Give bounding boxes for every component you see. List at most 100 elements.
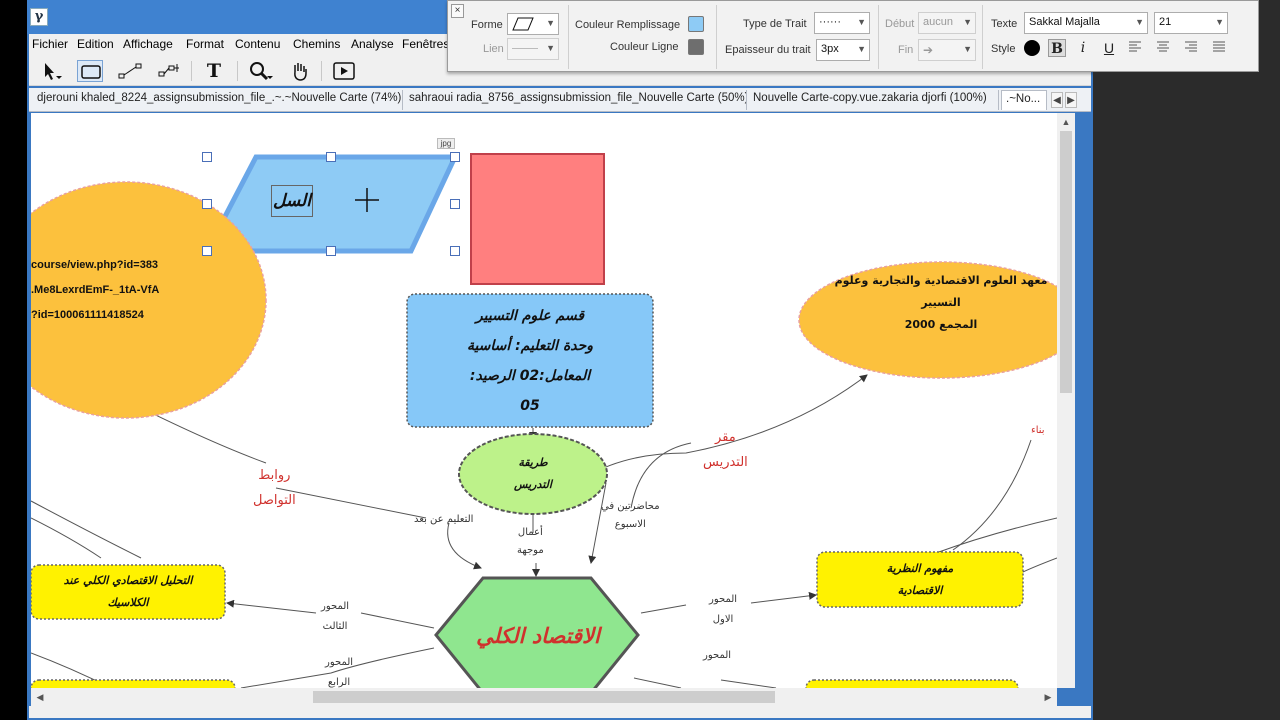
connector-axis2b[interactable] <box>720 679 777 688</box>
resize-handle-s[interactable] <box>326 246 336 256</box>
bottom-right-box[interactable] <box>805 679 1019 688</box>
tab-sahraoui[interactable]: sahraoui radia_8756_assignsubmission_fil… <box>405 90 747 110</box>
arrow-right-icon: ➔ <box>923 43 934 57</box>
connector-build-3[interactable] <box>1020 557 1057 574</box>
end-dropdown[interactable]: ➔ ▼ <box>918 39 976 61</box>
present-icon[interactable] <box>331 60 357 82</box>
screen: γ Fichier Edition Affichage Format Conte… <box>0 0 1280 720</box>
stroke-width-dropdown[interactable]: 3px ▼ <box>816 39 870 61</box>
app-window: γ Fichier Edition Affichage Format Conte… <box>27 0 1093 720</box>
theory-concept-text: مفهوم النظرية الاقتصادية <box>886 561 954 597</box>
scroll-up-icon[interactable]: ▲ <box>1059 115 1073 129</box>
tab-current[interactable]: .~No... <box>1001 90 1047 110</box>
resize-handle-se[interactable] <box>450 246 460 256</box>
connector-build-1[interactable] <box>952 439 1032 551</box>
forme-label: Forme <box>471 19 503 31</box>
line-color-label: Couleur Ligne <box>610 41 679 53</box>
tab-zakaria[interactable]: Nouvelle Carte-copy.vue.zakaria djorfi (… <box>749 90 999 110</box>
connector-left-1[interactable] <box>31 500 142 559</box>
chevron-down-icon: ▼ <box>963 17 972 27</box>
align-justify-icon[interactable] <box>1212 41 1226 54</box>
connector-axis1[interactable] <box>750 591 817 604</box>
bottom-left-box[interactable] <box>31 679 236 688</box>
connector-distance[interactable] <box>275 487 427 519</box>
connector-distance-hex[interactable] <box>447 522 482 570</box>
font-family-dropdown[interactable]: Sakkal Majalla ▼ <box>1024 12 1148 34</box>
chevron-down-icon: ▼ <box>546 18 555 28</box>
resize-handle-sw[interactable] <box>202 246 212 256</box>
jpg-badge: jpg <box>437 138 455 149</box>
branch-tool-icon[interactable] <box>157 60 183 82</box>
menu-fenetres[interactable]: Fenêtres <box>402 37 449 51</box>
left-ellipse-text: course/view.php?id=383 .Me8LexrdEmF-_1tA… <box>31 259 160 321</box>
text-tool-icon[interactable]: T <box>201 60 227 82</box>
resize-handle-ne[interactable] <box>450 152 460 162</box>
status-bar <box>29 706 1091 718</box>
connector-build-2[interactable] <box>935 517 1057 554</box>
line-color-swatch[interactable] <box>688 39 704 55</box>
app-logo-icon[interactable]: γ <box>30 8 48 26</box>
italic-button[interactable]: i <box>1074 39 1092 57</box>
menu-edition[interactable]: Edition <box>77 37 114 51</box>
build-label: بناء <box>1031 425 1045 436</box>
scroll-right-icon[interactable]: ▶ <box>1041 690 1055 704</box>
start-dropdown[interactable]: aucun ▼ <box>918 12 976 34</box>
horizontal-scrollbar[interactable]: ◀ ▶ <box>31 688 1057 706</box>
connector-left-2[interactable] <box>31 517 102 559</box>
vertical-scrollbar[interactable]: ▲ <box>1057 113 1075 688</box>
stroke-type-dropdown[interactable]: ······ ▼ <box>814 12 870 34</box>
start-label: Début <box>885 18 915 30</box>
align-right-icon[interactable] <box>1184 41 1198 54</box>
align-center-icon[interactable] <box>1156 41 1170 54</box>
lien-dropdown[interactable]: ▼ <box>507 38 559 60</box>
align-left-icon[interactable] <box>1128 41 1142 54</box>
chevron-down-icon: ▼ <box>963 44 972 54</box>
macro-hexagon-text: الاقتصاد الكلي <box>476 624 600 648</box>
map-canvas[interactable]: jpg السل course/view.php?id=383 .Me8Lexr… <box>31 113 1057 688</box>
selected-shape-text[interactable]: السل <box>271 185 313 217</box>
lectures-label: محاضرتين في الاسبوع <box>601 501 660 530</box>
menu-contenu[interactable]: Contenu <box>235 37 280 51</box>
tab-djerouni[interactable]: djerouni khaled_8224_assignsubmission_fi… <box>33 90 403 110</box>
menu-fichier[interactable]: Fichier <box>32 37 68 51</box>
lien-label: Lien <box>483 43 504 55</box>
bold-button[interactable]: B <box>1048 39 1066 57</box>
connector-axis2[interactable] <box>633 677 682 688</box>
department-box-text: قسم علوم التسيير وحدة التعليم: أساسية ال… <box>466 308 594 414</box>
resize-handle-w[interactable] <box>202 199 212 209</box>
rectangle-tool-icon[interactable] <box>77 60 103 82</box>
fill-color-swatch[interactable] <box>688 16 704 32</box>
connector-axis1-hex[interactable] <box>640 604 687 614</box>
directed-works-label: أعمال موجهة <box>517 527 544 556</box>
axis-2-label: المحور <box>703 650 732 661</box>
resize-handle-nw[interactable] <box>202 152 212 162</box>
menu-chemins[interactable]: Chemins <box>293 37 340 51</box>
tab-scroll-left-icon[interactable]: ◀ <box>1051 92 1063 108</box>
font-size-dropdown[interactable]: 21 ▼ <box>1154 12 1228 34</box>
forme-dropdown[interactable]: ▼ <box>507 13 559 35</box>
chevron-down-icon: ▼ <box>546 43 555 53</box>
text-color-swatch[interactable] <box>1024 40 1040 56</box>
red-box[interactable] <box>470 153 605 285</box>
select-arrow-icon[interactable] <box>37 60 63 82</box>
scroll-left-icon[interactable]: ◀ <box>33 690 47 704</box>
horizontal-scroll-thumb[interactable] <box>313 691 775 703</box>
zoom-icon[interactable] <box>247 60 273 82</box>
institute-ellipse-text: معهد العلوم الاقتصادية والتجارية وعلوم ا… <box>834 274 1048 331</box>
menu-analyse[interactable]: Analyse <box>351 37 394 51</box>
underline-button[interactable]: U <box>1100 39 1118 57</box>
resize-handle-e[interactable] <box>450 199 460 209</box>
link-tool-icon[interactable] <box>117 60 143 82</box>
right-dark-panel <box>1093 72 1280 720</box>
tab-scroll-right-icon[interactable]: ▶ <box>1065 92 1077 108</box>
resize-handle-n[interactable] <box>326 152 336 162</box>
vertical-scroll-thumb[interactable] <box>1060 131 1072 393</box>
hand-icon[interactable] <box>287 60 313 82</box>
menu-affichage[interactable]: Affichage <box>123 37 173 51</box>
connector-axis3[interactable] <box>226 599 317 614</box>
menu-format[interactable]: Format <box>186 37 224 51</box>
text-label: Texte <box>991 18 1018 30</box>
close-icon[interactable]: × <box>451 4 464 18</box>
connector-axis3-hex[interactable] <box>360 612 435 629</box>
classical-analysis-text: التحليل الاقتصادي الكلي عند الكلاسيك <box>63 574 193 609</box>
